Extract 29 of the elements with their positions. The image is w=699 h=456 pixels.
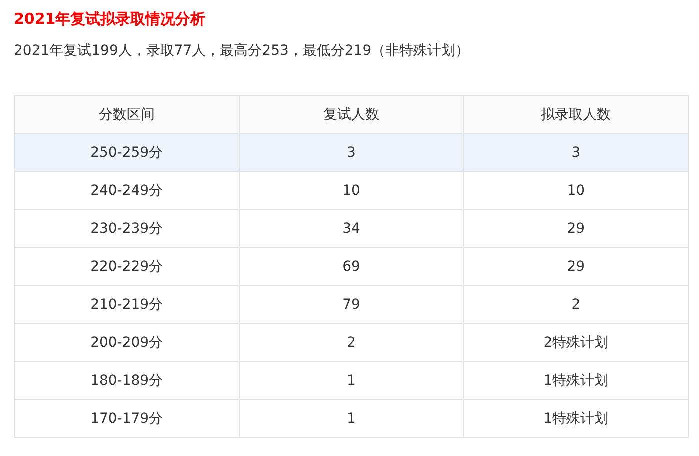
table-cell: 34 <box>239 210 464 248</box>
table-cell: 2 <box>464 286 688 324</box>
section-title: 2021年复试拟录取情况分析 <box>14 9 206 29</box>
table-cell: 1特殊计划 <box>464 400 688 438</box>
table-cell: 170-179分 <box>14 400 240 438</box>
table-cell: 240-249分 <box>14 172 240 210</box>
table-cell: 10 <box>464 172 688 210</box>
table-cell: 3 <box>239 134 464 172</box>
table-cell: 230-239分 <box>14 210 240 248</box>
table-cell: 29 <box>464 210 688 248</box>
column-header: 分数区间 <box>14 96 240 134</box>
table-cell: 180-189分 <box>14 362 240 400</box>
table-cell: 3 <box>464 134 688 172</box>
table-cell: 10 <box>239 172 464 210</box>
column-header: 拟录取人数 <box>464 96 688 134</box>
table-cell: 2 <box>239 324 464 362</box>
summary-text: 2021年复试199人，录取77人，最高分253，最低分219（非特殊计划） <box>14 42 470 61</box>
table-cell: 69 <box>239 248 464 286</box>
table-cell: 1 <box>239 362 464 400</box>
table-cell: 1 <box>239 400 464 438</box>
table-cell: 210-219分 <box>14 286 240 324</box>
table-cell: 200-209分 <box>14 324 240 362</box>
column-header: 复试人数 <box>239 96 464 134</box>
table-cell: 1特殊计划 <box>464 362 688 400</box>
table-cell: 29 <box>464 248 688 286</box>
table-cell: 250-259分 <box>14 134 240 172</box>
table-cell: 220-229分 <box>14 248 240 286</box>
table-cell: 2特殊计划 <box>464 324 688 362</box>
table-cell: 79 <box>239 286 464 324</box>
